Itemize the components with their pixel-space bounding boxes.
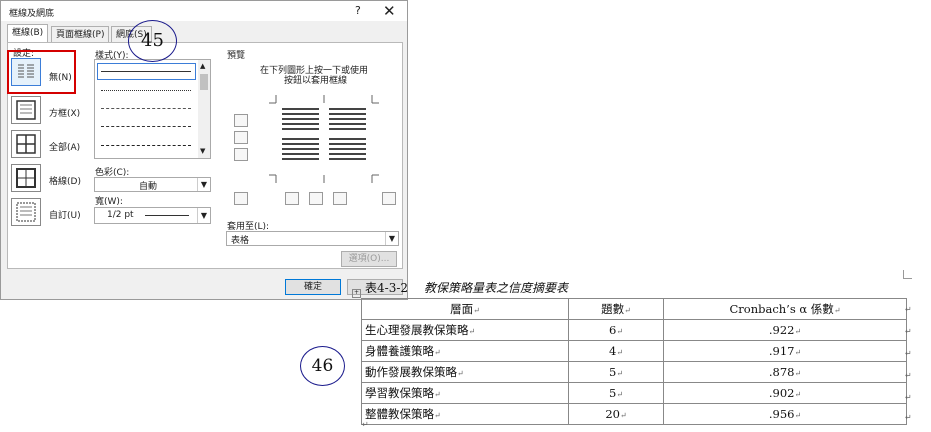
row-end-mark: ↵ xyxy=(905,349,912,358)
style-list-scrollbar[interactable]: ▲ ▼ xyxy=(198,60,210,158)
options-button[interactable]: 選項(O)... xyxy=(341,251,397,267)
row-dimension: 生心理發展教保策略↵ xyxy=(361,319,569,341)
row-dimension: 動作發展教保策略↵ xyxy=(361,361,569,383)
setting-grid-label[interactable]: 格線(D) xyxy=(49,174,81,187)
style-dash-dot[interactable] xyxy=(101,145,191,146)
box-border-icon xyxy=(16,100,36,120)
width-sample-line xyxy=(145,215,189,216)
setting-grid-button[interactable] xyxy=(11,164,41,192)
scroll-up-icon[interactable]: ▲ xyxy=(200,62,205,70)
chevron-down-icon[interactable]: ▼ xyxy=(197,178,210,191)
style-solid[interactable] xyxy=(101,71,191,72)
table-row: 學習教保策略↵ 5↵ .902↵ xyxy=(361,382,907,404)
border-style-list[interactable]: ▲ ▼ xyxy=(94,59,211,159)
top-border-button[interactable] xyxy=(234,114,248,127)
row-alpha: .902↵ xyxy=(663,382,907,404)
dialog-titlebar: 框線及網底 ? ✕ xyxy=(1,1,407,21)
annotation-46: 46 xyxy=(300,346,345,386)
close-button[interactable]: ✕ xyxy=(383,2,396,20)
table-move-handle[interactable]: + xyxy=(352,289,361,298)
setting-box-label[interactable]: 方框(X) xyxy=(49,106,80,119)
color-dropdown[interactable]: 自動 ▼ xyxy=(94,177,211,192)
row-alpha: .922↵ xyxy=(663,319,907,341)
table-row: 身體養護策略↵ 4↵ .917↵ xyxy=(361,340,907,362)
style-small-dash[interactable] xyxy=(101,108,191,109)
borders-and-shading-dialog: 框線及網底 ? ✕ 框線(B) 頁面框線(P) 網底(S) 設定: 無(N) 方… xyxy=(0,0,408,300)
setting-custom-label[interactable]: 自訂(U) xyxy=(49,208,81,221)
table-caption-number: 表4-3-2 xyxy=(365,281,409,295)
reliability-summary-table: 層面↵ 題數↵ Cronbach’s α 係數↵ 生心理發展教保策略↵ 6↵ .… xyxy=(361,298,907,425)
chevron-down-icon[interactable]: ▼ xyxy=(385,232,398,245)
scroll-thumb[interactable] xyxy=(200,74,208,90)
tab-page-border[interactable]: 頁面框線(P) xyxy=(51,26,110,42)
row-item-count: 6↵ xyxy=(568,319,664,341)
row-alpha: .956↵ xyxy=(663,403,907,425)
header-item-count: 題數↵ xyxy=(568,298,664,320)
row-end-mark: ↵ xyxy=(905,413,912,422)
dialog-title: 框線及網底 xyxy=(9,9,55,19)
row-end-mark: ↵ xyxy=(905,305,912,314)
row-alpha: .878↵ xyxy=(663,361,907,383)
table-caption-title: 教保策略量表之信度摘要表 xyxy=(424,281,569,295)
header-cronbach-alpha: Cronbach’s α 係數↵ xyxy=(663,298,907,320)
width-value: 1/2 pt xyxy=(107,210,134,220)
diagonal-up-border-button[interactable] xyxy=(382,192,396,205)
table-row: 生心理發展教保策略↵ 6↵ .922↵ xyxy=(361,319,907,341)
bottom-border-button[interactable] xyxy=(234,148,248,161)
setting-all-label[interactable]: 全部(A) xyxy=(49,140,80,153)
inside-horizontal-border-button[interactable] xyxy=(234,131,248,144)
setting-none-label[interactable]: 無(N) xyxy=(49,70,72,83)
scroll-down-icon[interactable]: ▼ xyxy=(200,147,205,155)
page-corner-mark xyxy=(903,270,912,279)
row-end-mark: ↵ xyxy=(905,327,912,336)
apply-to-dropdown[interactable]: 表格 ▼ xyxy=(226,231,399,246)
diagonal-down-border-button[interactable] xyxy=(234,192,248,205)
preview-hint-line2: 按鈕以套用框線 xyxy=(284,76,348,86)
row-dimension: 學習教保策略↵ xyxy=(361,382,569,404)
header-dimension: 層面↵ xyxy=(361,298,569,320)
ok-button[interactable]: 確定 xyxy=(285,279,341,295)
table-caption: 表4-3-2 教保策略量表之信度摘要表 xyxy=(365,279,568,296)
row-item-count: 20↵ xyxy=(568,403,664,425)
right-border-button[interactable] xyxy=(333,192,347,205)
row-end-mark: ↵ xyxy=(905,371,912,380)
preview-label: 預覽 xyxy=(227,51,246,61)
table-row: 動作發展教保策略↵ 5↵ .878↵ xyxy=(361,361,907,383)
help-button[interactable]: ? xyxy=(355,4,361,17)
table-row: 整體教保策略↵ 20↵ .956↵ xyxy=(361,403,907,425)
apply-to-value: 表格 xyxy=(231,236,250,246)
no-border-icon xyxy=(18,64,34,78)
tab-borders[interactable]: 框線(B) xyxy=(7,24,49,43)
row-dimension: 身體養護策略↵ xyxy=(361,340,569,362)
width-label: 寬(W): xyxy=(95,197,123,207)
custom-border-icon xyxy=(16,202,36,222)
width-dropdown[interactable]: 1/2 pt ▼ xyxy=(94,207,211,224)
setting-none-button[interactable] xyxy=(11,58,41,86)
style-dotted[interactable] xyxy=(101,90,191,91)
row-item-count: 4↵ xyxy=(568,340,664,362)
setting-all-button[interactable] xyxy=(11,130,41,158)
row-end-mark: ↵ xyxy=(905,393,912,402)
row-item-count: 5↵ xyxy=(568,361,664,383)
setting-custom-button[interactable] xyxy=(11,198,41,226)
border-preview-diagram[interactable] xyxy=(269,95,379,185)
all-borders-icon xyxy=(16,134,36,154)
grid-borders-icon xyxy=(16,168,36,188)
row-alpha: .917↵ xyxy=(663,340,907,362)
chevron-down-icon[interactable]: ▼ xyxy=(197,208,210,223)
row-item-count: 5↵ xyxy=(568,382,664,404)
paragraph-mark: ↵ xyxy=(362,420,369,429)
annotation-45: 45 xyxy=(128,20,177,62)
color-value: 自動 xyxy=(139,182,158,192)
row-dimension: 整體教保策略↵ xyxy=(361,403,569,425)
style-dash[interactable] xyxy=(101,126,191,127)
table-header-row: 層面↵ 題數↵ Cronbach’s α 係數↵ xyxy=(361,298,907,320)
inside-vertical-border-button[interactable] xyxy=(309,192,323,205)
left-border-button[interactable] xyxy=(285,192,299,205)
setting-box-button[interactable] xyxy=(11,96,41,124)
